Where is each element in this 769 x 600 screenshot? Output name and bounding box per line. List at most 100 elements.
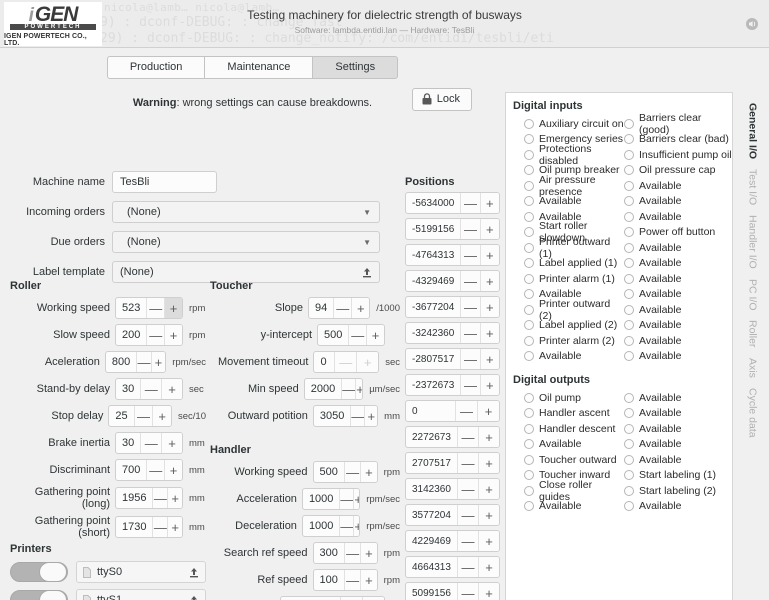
position-spinbutton[interactable]: -5199156— + <box>405 218 500 240</box>
io-item[interactable]: Available <box>624 349 732 365</box>
position-value[interactable]: -5634000 <box>406 193 460 213</box>
io-item[interactable]: Printer outward (1) <box>524 236 624 260</box>
plus-icon[interactable]: + <box>164 460 182 480</box>
io-item[interactable]: Label applied (2) <box>524 318 624 334</box>
minus-icon[interactable]: — <box>152 517 168 537</box>
position-value[interactable]: 3142360 <box>406 479 457 499</box>
io-item[interactable]: Barriers clear (good) <box>624 112 732 136</box>
io-item[interactable]: Start labeling (1) <box>624 468 732 484</box>
machine-name-input[interactable]: TesBli <box>112 171 217 193</box>
io-item[interactable]: Available <box>524 437 624 453</box>
printer-device-filechooser[interactable]: ttyS1 <box>76 589 206 600</box>
io-item[interactable]: Available <box>624 302 732 318</box>
toucher-field-value[interactable]: 3050 <box>314 406 350 426</box>
speaker-icon[interactable] <box>744 16 760 32</box>
roller-field-value[interactable]: 30 <box>116 433 140 453</box>
plus-icon[interactable]: + <box>479 297 499 317</box>
minus-icon[interactable]: — <box>456 531 478 551</box>
position-spinbutton[interactable]: 2272673— + <box>405 426 500 448</box>
position-spinbutton[interactable]: -2372673— + <box>405 374 500 396</box>
minus-icon[interactable]: — <box>455 401 477 421</box>
plus-icon[interactable]: + <box>161 433 182 453</box>
position-value[interactable]: -4329469 <box>406 271 460 291</box>
io-item[interactable]: Available <box>624 240 732 256</box>
position-spinbutton[interactable]: 3577204— + <box>405 504 500 526</box>
plus-icon[interactable]: + <box>360 570 377 590</box>
toucher-field-value[interactable]: 0 <box>314 352 334 372</box>
position-spinbutton[interactable]: 5099156— + <box>405 582 500 600</box>
position-spinbutton[interactable]: 2707517— + <box>405 452 500 474</box>
plus-icon[interactable]: + <box>161 379 182 399</box>
plus-icon[interactable]: + <box>364 406 378 426</box>
roller-field-value[interactable]: 1730 <box>116 517 152 537</box>
roller-field-value[interactable]: 800 <box>106 352 136 372</box>
position-value[interactable]: -5199156 <box>406 219 460 239</box>
position-spinbutton[interactable]: 0— + <box>405 400 500 422</box>
plus-icon[interactable]: + <box>477 401 499 421</box>
lock-button[interactable]: Lock <box>411 88 472 111</box>
roller-field-spinbutton[interactable]: 30— + <box>115 432 183 454</box>
position-spinbutton[interactable]: -4329469— + <box>405 270 500 292</box>
position-spinbutton[interactable]: 4664313— + <box>405 556 500 578</box>
plus-icon[interactable]: + <box>351 298 370 318</box>
minus-icon[interactable]: — <box>460 245 480 265</box>
io-item[interactable]: Available <box>624 333 732 349</box>
io-item[interactable]: Available <box>624 452 732 468</box>
position-spinbutton[interactable]: -4764313— + <box>405 244 500 266</box>
minus-icon[interactable]: — <box>343 543 361 563</box>
handler-field-spinbutton[interactable]: 1000—+ <box>301 515 361 537</box>
position-value[interactable]: -3242360 <box>406 323 460 343</box>
io-item[interactable]: Available <box>624 209 732 225</box>
vertical-tab-cycle-data[interactable]: Cycle data <box>746 383 760 443</box>
minus-icon[interactable]: — <box>460 349 480 369</box>
minus-icon[interactable]: — <box>460 375 480 395</box>
minus-icon[interactable]: — <box>460 271 480 291</box>
io-item[interactable]: Available <box>624 287 732 303</box>
roller-field-value[interactable]: 200 <box>116 325 146 345</box>
toucher-field-spinbutton[interactable]: 2000— + <box>303 378 364 400</box>
plus-icon[interactable]: + <box>477 427 499 447</box>
io-item[interactable]: Available <box>524 499 624 515</box>
minus-icon[interactable]: — <box>456 479 478 499</box>
minus-icon[interactable]: — <box>460 297 480 317</box>
io-item[interactable]: Start labeling (2) <box>624 483 732 499</box>
toucher-field-spinbutton[interactable]: 3050— + <box>312 405 379 427</box>
plus-icon[interactable]: + <box>360 543 377 563</box>
due-orders-select[interactable]: (None) ▼ <box>112 231 380 253</box>
position-value[interactable]: -4764313 <box>406 245 460 265</box>
minus-icon[interactable]: — <box>341 379 356 399</box>
plus-icon[interactable]: + <box>479 323 499 343</box>
io-item[interactable]: Available <box>524 349 624 365</box>
minus-icon[interactable]: — <box>339 489 354 509</box>
roller-field-spinbutton[interactable]: 523— + <box>115 297 183 319</box>
minus-icon[interactable]: — <box>348 325 367 345</box>
minus-icon[interactable]: — <box>343 570 361 590</box>
position-value[interactable]: -2372673 <box>406 375 460 395</box>
handler-field-spinbutton[interactable]: 5610000—+ <box>280 596 385 600</box>
tab-settings[interactable]: Settings <box>312 56 399 79</box>
handler-field-spinbutton[interactable]: 1000—+ <box>301 488 361 510</box>
tab-production[interactable]: Production <box>106 56 206 79</box>
minus-icon[interactable]: — <box>350 406 365 426</box>
minus-icon[interactable]: — <box>146 298 165 318</box>
position-spinbutton[interactable]: -2807517— + <box>405 348 500 370</box>
io-item[interactable]: Oil pump <box>524 390 624 406</box>
position-spinbutton[interactable]: -5634000— + <box>405 192 500 214</box>
plus-icon[interactable]: + <box>353 516 360 536</box>
toucher-field-value[interactable]: 94 <box>309 298 333 318</box>
plus-icon[interactable]: + <box>152 406 171 426</box>
position-value[interactable]: 2707517 <box>406 453 457 473</box>
io-item[interactable]: Available <box>624 178 732 194</box>
plus-icon[interactable]: + <box>366 325 384 345</box>
roller-field-spinbutton[interactable]: 700— + <box>115 459 183 481</box>
roller-field-value[interactable]: 30 <box>116 379 140 399</box>
roller-field-value[interactable]: 523 <box>116 298 146 318</box>
plus-icon[interactable]: + <box>164 325 182 345</box>
io-item[interactable]: Handler descent <box>524 421 624 437</box>
io-item[interactable]: Available <box>624 499 732 515</box>
io-item[interactable]: Power off button <box>624 225 732 241</box>
position-value[interactable]: 5099156 <box>406 583 457 600</box>
minus-icon[interactable]: — <box>140 379 162 399</box>
handler-field-value[interactable]: 100 <box>314 570 344 590</box>
io-item[interactable]: Printer alarm (1) <box>524 271 624 287</box>
